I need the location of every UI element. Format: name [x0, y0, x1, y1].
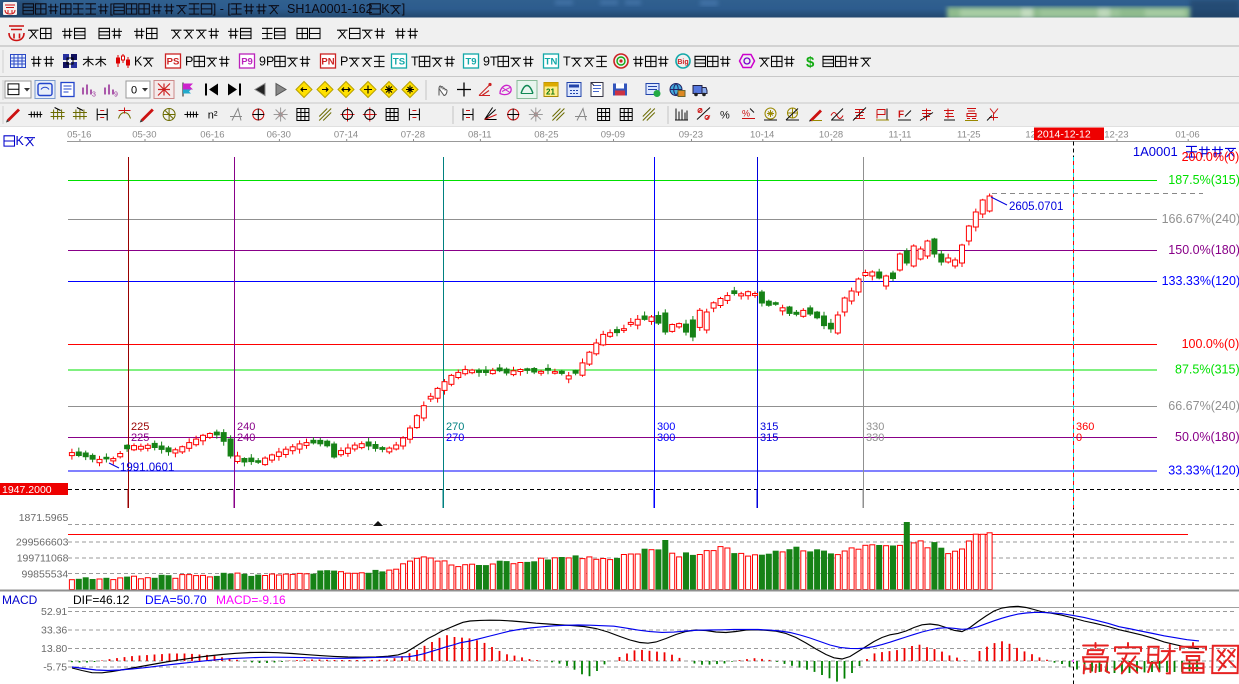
svg-text:MACD=-9.16: MACD=-9.16: [216, 593, 286, 607]
svg-text:05-16: 05-16: [67, 130, 91, 141]
svg-text:1A0001: 1A0001: [1133, 144, 1185, 159]
svg-text:MACD: MACD: [2, 593, 38, 607]
svg-text:06-16: 06-16: [200, 130, 224, 141]
svg-text:1991.0601: 1991.0601: [120, 462, 174, 474]
svg-text:PS: PS: [167, 57, 180, 68]
svg-text:0: 0: [131, 85, 137, 97]
svg-text:F: F: [898, 110, 904, 121]
svg-text:1871.5965: 1871.5965: [19, 512, 69, 524]
svg-text:187.5%(315): 187.5%(315): [1168, 173, 1239, 187]
svg-text:09-23: 09-23: [679, 130, 703, 141]
svg-text:-5.75: -5.75: [43, 662, 67, 674]
svg-text:13.80: 13.80: [41, 643, 67, 655]
svg-text:06-30: 06-30: [267, 130, 291, 141]
svg-text:300: 300: [657, 432, 675, 444]
svg-text:] - [: ] - [: [213, 2, 232, 16]
svg-text:10-28: 10-28: [819, 130, 843, 141]
svg-text:08-11: 08-11: [468, 130, 492, 141]
svg-text:T9: T9: [465, 57, 476, 68]
svg-text:9: 9: [114, 92, 118, 99]
svg-text:100.0%(0): 100.0%(0): [1182, 337, 1239, 351]
svg-text:99855534: 99855534: [22, 569, 69, 581]
svg-text:330: 330: [866, 432, 884, 444]
svg-text:]: ]: [402, 2, 405, 16]
svg-text:%: %: [720, 110, 730, 122]
svg-text:2014-12-12: 2014-12-12: [1037, 129, 1091, 141]
svg-text:9T: 9T: [483, 55, 498, 69]
svg-text:PN: PN: [321, 57, 334, 68]
svg-text:33.33%(120): 33.33%(120): [1168, 464, 1239, 478]
svg-text:33.36: 33.36: [41, 625, 67, 637]
svg-text:%: %: [742, 109, 750, 119]
svg-text:52.91: 52.91: [41, 606, 67, 618]
svg-text:87.5%(315): 87.5%(315): [1175, 363, 1239, 377]
svg-text:315: 315: [760, 432, 778, 444]
svg-text:133.33%(120): 133.33%(120): [1162, 274, 1239, 288]
svg-text:225: 225: [131, 432, 149, 444]
svg-text:K: K: [381, 2, 390, 16]
svg-text:$: $: [806, 54, 815, 71]
svg-text:SH1A0001-162: SH1A0001-162: [280, 2, 372, 16]
svg-text:K: K: [134, 55, 143, 69]
svg-text:K: K: [16, 134, 25, 148]
svg-text:2605.0701: 2605.0701: [1009, 201, 1063, 213]
svg-text:9P: 9P: [259, 55, 274, 69]
svg-text:199711068: 199711068: [17, 553, 69, 565]
svg-text:270: 270: [446, 432, 464, 444]
svg-text:200.0%(0): 200.0%(0): [1182, 150, 1239, 164]
svg-text:166.67%(240): 166.67%(240): [1162, 212, 1239, 226]
svg-text:P: P: [185, 55, 193, 69]
svg-text:n²: n²: [208, 110, 218, 122]
svg-text:01-06: 01-06: [1175, 130, 1199, 141]
svg-text:07-28: 07-28: [401, 130, 425, 141]
svg-text:DEA=50.70: DEA=50.70: [145, 593, 207, 607]
svg-text:50.0%(180): 50.0%(180): [1175, 430, 1239, 444]
svg-text:66.67%(240): 66.67%(240): [1168, 399, 1239, 413]
svg-text:T: T: [411, 55, 419, 69]
svg-text:P9: P9: [241, 57, 253, 68]
svg-text:240: 240: [237, 432, 255, 444]
svg-text:0: 0: [1076, 432, 1082, 444]
svg-text:TN: TN: [545, 57, 558, 68]
svg-text:[: [: [110, 2, 114, 16]
svg-text:05-30: 05-30: [132, 130, 156, 141]
svg-text:08-25: 08-25: [534, 130, 558, 141]
svg-text:DIF=46.12: DIF=46.12: [73, 593, 130, 607]
svg-text:T: T: [563, 55, 571, 69]
svg-text:Big: Big: [677, 59, 688, 66]
svg-text:10-14: 10-14: [750, 130, 774, 141]
svg-text:21: 21: [546, 88, 555, 97]
svg-text:1947.2000: 1947.2000: [2, 484, 52, 496]
svg-text:09-09: 09-09: [601, 130, 625, 141]
svg-text:P: P: [340, 55, 348, 69]
svg-text:299566603: 299566603: [16, 537, 69, 549]
svg-text:3: 3: [92, 92, 96, 99]
svg-text:11-25: 11-25: [957, 130, 981, 141]
svg-text:07-14: 07-14: [334, 130, 358, 141]
svg-text:TS: TS: [393, 57, 405, 68]
svg-text:11-11: 11-11: [889, 130, 912, 141]
svg-text:12-23: 12-23: [1104, 130, 1128, 141]
svg-text:150.0%(180): 150.0%(180): [1168, 243, 1239, 257]
